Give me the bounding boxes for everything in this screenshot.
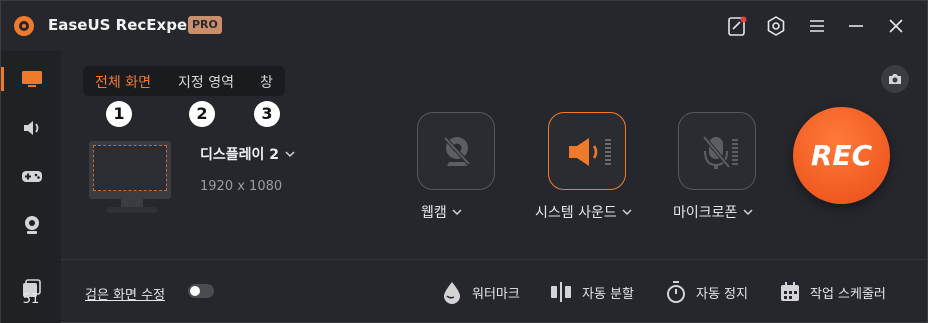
microphone-select[interactable]: 마이크로폰 <box>673 202 754 222</box>
auto-stop-button[interactable]: 자동 정지 <box>665 280 765 304</box>
title-bar: EaseUS RecExperts PRO <box>1 1 928 51</box>
black-screen-fix-link[interactable]: 검은 화면 수정 <box>85 284 165 303</box>
app-window: EaseUS RecExperts PRO 51 전체 화면 지정 영역 창 1… <box>0 0 928 323</box>
chevron-down-icon <box>743 209 753 216</box>
webcam-label: 웹캠 <box>421 205 447 221</box>
microphone-off-icon <box>702 135 738 169</box>
app-logo-icon <box>14 16 34 36</box>
system-sound-select[interactable]: 시스템 사운드 <box>535 202 633 222</box>
chevron-down-icon <box>452 209 462 216</box>
display-resolution: 1920 x 1080 <box>200 179 283 194</box>
webcam-off-icon <box>443 136 471 166</box>
speaker-on-icon <box>569 138 611 166</box>
monitor-icon <box>22 71 42 87</box>
sidebar-item-audio[interactable] <box>1 108 61 148</box>
auto-split-label: 자동 분할 <box>582 287 634 302</box>
menu-icon[interactable] <box>805 14 829 38</box>
webcam-icon <box>25 216 39 234</box>
tab-window[interactable]: 창 <box>260 72 273 92</box>
microphone-toggle-button[interactable] <box>678 112 756 190</box>
watermark-button[interactable]: 워터마크 <box>442 280 532 304</box>
display-preview[interactable] <box>89 141 171 199</box>
webcam-toggle-button[interactable] <box>417 112 495 190</box>
capture-mode-tabs: 전체 화면 지정 영역 창 <box>83 66 285 96</box>
calendar-icon <box>781 282 799 301</box>
step-badge-1: 1 <box>106 101 132 127</box>
step-badge-2: 2 <box>189 101 215 127</box>
gamepad-icon <box>22 171 42 182</box>
files-count: 51 <box>22 292 40 307</box>
pro-badge: PRO <box>188 16 222 34</box>
settings-gear-icon[interactable] <box>764 14 788 38</box>
camera-icon <box>889 74 901 84</box>
sidebar-item-game[interactable] <box>1 156 61 196</box>
tab-full-screen[interactable]: 전체 화면 <box>95 72 151 92</box>
microphone-label: 마이크로폰 <box>673 205 738 221</box>
display-base <box>107 207 157 213</box>
chevron-down-icon <box>285 151 295 158</box>
system-sound-toggle-button[interactable] <box>548 112 626 190</box>
watermark-drop-icon <box>444 282 460 304</box>
task-scheduler-button[interactable]: 작업 스케줄러 <box>779 280 901 304</box>
bottom-divider <box>61 259 928 260</box>
tab-custom-region[interactable]: 지정 영역 <box>178 72 234 92</box>
step-badge-3: 3 <box>254 101 280 127</box>
task-scheduler-label: 작업 스케줄러 <box>810 287 886 302</box>
close-icon[interactable] <box>884 14 908 38</box>
sidebar: 51 <box>1 51 61 323</box>
sidebar-item-screen[interactable] <box>1 59 61 99</box>
webcam-select[interactable]: 웹캠 <box>421 202 463 222</box>
edit-note-icon[interactable] <box>725 14 749 38</box>
chevron-down-icon <box>622 209 632 216</box>
watermark-label: 워터마크 <box>472 287 520 302</box>
rec-button[interactable]: REC <box>793 107 890 204</box>
speaker-icon <box>24 121 39 135</box>
sidebar-item-webcam[interactable] <box>1 204 61 244</box>
screenshot-camera-button[interactable] <box>881 65 909 93</box>
display-select[interactable]: 디스플레이 2 <box>200 144 296 164</box>
split-icon <box>551 282 571 302</box>
timer-icon <box>667 281 685 303</box>
black-screen-fix-toggle[interactable] <box>188 284 214 298</box>
auto-stop-label: 자동 정지 <box>696 287 748 302</box>
auto-split-button[interactable]: 자동 분할 <box>549 280 649 304</box>
app-title: EaseUS RecExperts <box>48 16 211 34</box>
minimize-icon[interactable] <box>844 14 868 38</box>
display-preview-screen <box>93 145 167 191</box>
display-name: 디스플레이 2 <box>200 147 280 163</box>
system-sound-label: 시스템 사운드 <box>535 205 617 221</box>
